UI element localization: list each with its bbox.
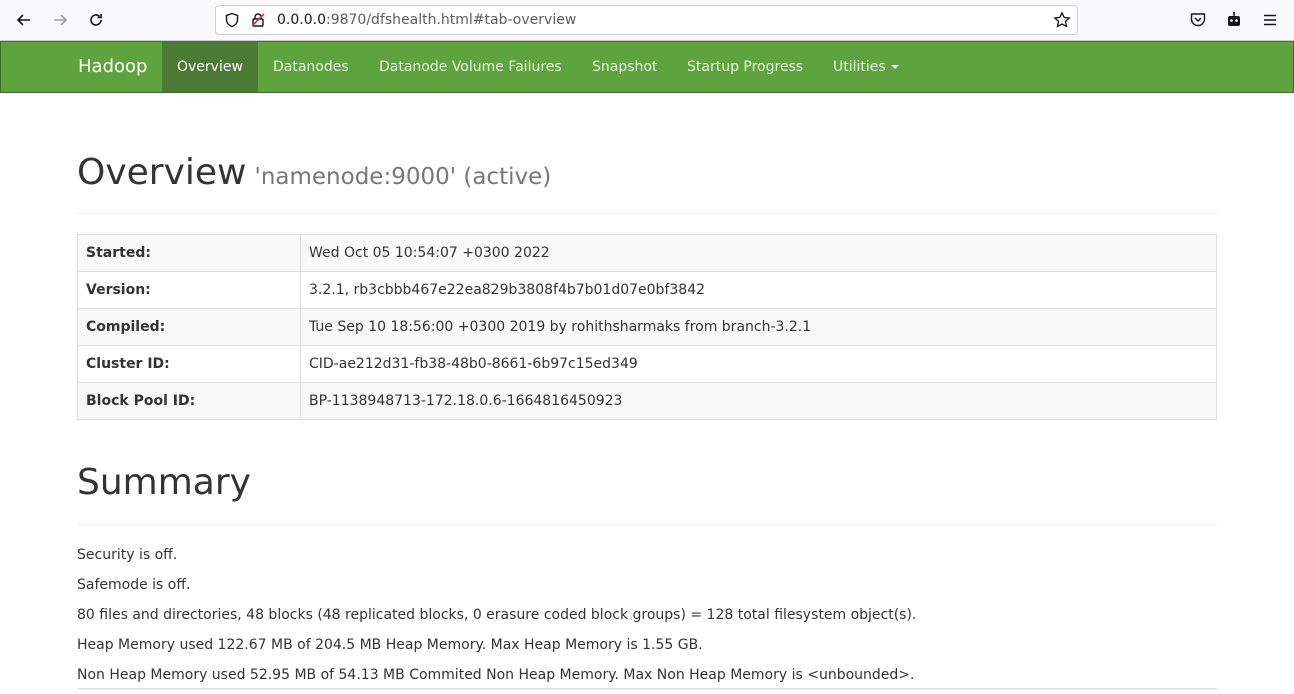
nav-datanodes[interactable]: Datanodes <box>258 42 364 92</box>
forward-button[interactable] <box>48 8 72 32</box>
safemode-status: Safemode is off. <box>77 577 191 593</box>
caret-down-icon <box>890 65 899 69</box>
url-path: :9870/dfshealth.html#tab-overview <box>325 12 577 28</box>
url-host: 0.0.0.0 <box>277 12 326 28</box>
nav-startup-progress[interactable]: Startup Progress <box>672 42 818 92</box>
shield-icon[interactable] <box>224 12 240 28</box>
overview-table: Started: Wed Oct 05 10:54:07 +0300 2022 … <box>77 234 1217 420</box>
url-bar[interactable]: 0.0.0.0:9870/dfshealth.html#tab-overview <box>215 5 1078 35</box>
row-value-started: Wed Oct 05 10:54:07 +0300 2022 <box>300 234 1217 272</box>
summary-lines: Security is off. Safemode is off. 80 fil… <box>77 544 1217 694</box>
row-label-cluster-id: Cluster ID: <box>77 345 301 383</box>
namenode-subtitle: 'namenode:9000' (active) <box>254 164 552 190</box>
table-row: Version: 3.2.1, rb3cbbb467e22ea829b3808f… <box>77 271 1217 309</box>
row-value-block-pool-id: BP-1138948713-172.18.0.6-1664816450923 <box>300 382 1217 420</box>
table-row: Cluster ID: CID-ae212d31-fb38-48b0-8661-… <box>77 345 1217 383</box>
row-label-version: Version: <box>77 271 301 309</box>
arrow-left-icon <box>16 14 30 26</box>
insecure-lock-icon[interactable] <box>250 12 266 28</box>
nav-overview[interactable]: Overview <box>162 42 258 92</box>
row-label-compiled: Compiled: <box>77 308 301 346</box>
table-row: Compiled: Tue Sep 10 18:56:00 +0300 2019… <box>77 308 1217 346</box>
row-label-started: Started: <box>77 234 301 272</box>
browser-toolbar: 0.0.0.0:9870/dfshealth.html#tab-overview <box>0 0 1294 41</box>
overview-header: Overview 'namenode:9000' (active) <box>77 151 1217 214</box>
nav-utilities-dropdown[interactable]: Utilities <box>818 42 914 92</box>
hamburger-menu-icon[interactable] <box>1261 11 1279 29</box>
nav-datanode-volume-failures[interactable]: Datanode Volume Failures <box>364 42 577 92</box>
table-row: Block Pool ID: BP-1138948713-172.18.0.6-… <box>77 382 1217 420</box>
reload-icon <box>90 14 102 26</box>
filesystem-objects: 80 files and directories, 48 blocks (48 … <box>77 607 917 623</box>
url-text: 0.0.0.0:9870/dfshealth.html#tab-overview <box>277 12 576 28</box>
row-value-cluster-id: CID-ae212d31-fb38-48b0-8661-6b97c15ed349 <box>300 345 1217 383</box>
back-button[interactable] <box>12 8 36 32</box>
reload-button[interactable] <box>84 8 108 32</box>
brand-logo[interactable]: Hadoop <box>78 42 147 92</box>
heap-memory: Heap Memory used 122.67 MB of 204.5 MB H… <box>77 637 703 653</box>
summary-title: Summary <box>77 462 251 503</box>
overview-title: Overview <box>77 152 247 193</box>
main-content: Overview 'namenode:9000' (active) Started… <box>77 93 1217 694</box>
row-value-compiled: Tue Sep 10 18:56:00 +0300 2019 by rohith… <box>300 308 1217 346</box>
security-status: Security is off. <box>77 547 178 563</box>
summary-header: Summary <box>77 460 1217 525</box>
table-row: Started: Wed Oct 05 10:54:07 +0300 2022 <box>77 234 1217 272</box>
page-title: Overview 'namenode:9000' (active) <box>77 152 551 193</box>
row-value-version: 3.2.1, rb3cbbb467e22ea829b3808f4b7b01d07… <box>300 271 1217 309</box>
top-navbar: Hadoop Overview Datanodes Datanode Volum… <box>0 41 1294 93</box>
pocket-icon[interactable] <box>1189 11 1207 29</box>
arrow-right-icon <box>54 14 68 26</box>
nav-snapshot[interactable]: Snapshot <box>577 42 672 92</box>
bookmark-star-icon[interactable] <box>1053 11 1071 29</box>
row-label-block-pool-id: Block Pool ID: <box>77 382 301 420</box>
nav-utilities-label: Utilities <box>833 59 886 75</box>
extension-robot-icon[interactable] <box>1225 11 1243 29</box>
